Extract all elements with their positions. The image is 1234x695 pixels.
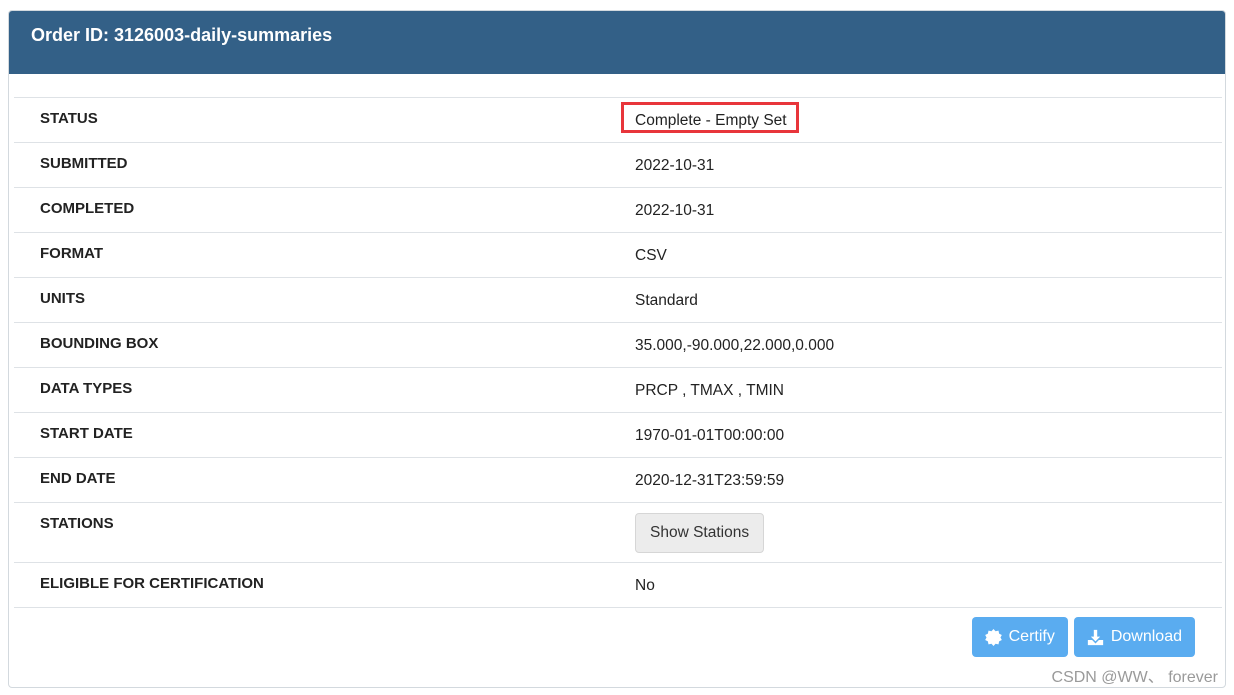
show-stations-button[interactable]: Show Stations [635, 513, 765, 553]
detail-row-completed: COMPLETED 2022-10-31 [14, 187, 1222, 232]
order-title: Order ID: 3126003-daily-summaries [31, 25, 333, 45]
detail-row-status: STATUS Complete - Empty Set [14, 97, 1222, 142]
order-actions: Certify Download [971, 617, 1195, 657]
submitted-label: SUBMITTED [40, 155, 128, 172]
status-value-cell: Complete - Empty Set [609, 98, 1222, 142]
certification-value: No [635, 577, 655, 594]
order-panel: Order ID: 3126003-daily-summaries STATUS… [8, 10, 1226, 688]
end-date-value: 2020-12-31T23:59:59 [635, 472, 785, 489]
completed-label: COMPLETED [40, 200, 135, 217]
completed-value: 2022-10-31 [635, 202, 715, 219]
order-header: Order ID: 3126003-daily-summaries [9, 11, 1225, 74]
certify-label: Certify [1008, 628, 1055, 645]
download-icon [1087, 629, 1104, 646]
submitted-value: 2022-10-31 [635, 157, 715, 174]
format-label: FORMAT [40, 245, 104, 262]
start-date-label: START DATE [40, 425, 133, 442]
detail-row-bounding-box: BOUNDING BOX 35.000,-90.000,22.000,0.000 [14, 322, 1222, 367]
data-types-value: PRCP , TMAX , TMIN [635, 382, 784, 399]
detail-row-format: FORMAT CSV [14, 232, 1222, 277]
bounding-box-value: 35.000,-90.000,22.000,0.000 [635, 337, 835, 354]
detail-row-stations: STATIONS Show Stations [14, 502, 1222, 562]
start-date-value: 1970-01-01T00:00:00 [635, 427, 785, 444]
data-types-label: DATA TYPES [40, 380, 133, 397]
detail-row-submitted: SUBMITTED 2022-10-31 [14, 142, 1222, 187]
badge-icon [984, 628, 1002, 646]
detail-row-certification: ELIGIBLE FOR CERTIFICATION No [14, 562, 1222, 608]
status-label: STATUS [40, 110, 98, 127]
format-value: CSV [635, 247, 667, 264]
detail-row-data-types: DATA TYPES PRCP , TMAX , TMIN [14, 367, 1222, 412]
bounding-box-label: BOUNDING BOX [40, 335, 159, 352]
detail-row-end-date: END DATE 2020-12-31T23:59:59 [14, 457, 1222, 502]
detail-row-units: UNITS Standard [14, 277, 1222, 322]
detail-row-start-date: START DATE 1970-01-01T00:00:00 [14, 412, 1222, 457]
status-value: Complete - Empty Set [635, 112, 787, 129]
stations-label: STATIONS [40, 515, 114, 532]
download-button[interactable]: Download [1073, 617, 1195, 657]
units-label: UNITS [40, 290, 85, 307]
certify-button[interactable]: Certify [971, 617, 1068, 657]
units-value: Standard [635, 292, 698, 309]
end-date-label: END DATE [40, 470, 116, 487]
stations-value-cell: Show Stations [609, 503, 1222, 562]
download-label: Download [1110, 628, 1182, 645]
order-details-table: STATUS Complete - Empty Set SUBMITTED 20… [14, 97, 1222, 608]
watermark-text: CSDN @WW、 forever [1051, 669, 1218, 686]
certification-label: ELIGIBLE FOR CERTIFICATION [40, 575, 264, 592]
